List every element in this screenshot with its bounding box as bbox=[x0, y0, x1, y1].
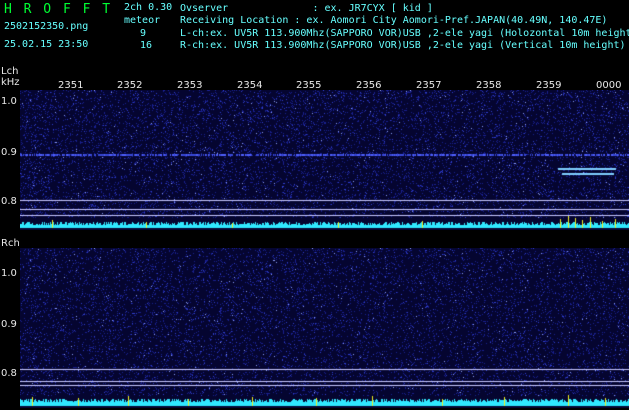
lch-ytick-1-0: 1.0 bbox=[1, 96, 17, 107]
rch-label: Rch bbox=[1, 238, 20, 249]
lch-description: L-ch:ex. UV5R 113.900Mhz(SAPPORO VOR)USB… bbox=[180, 28, 629, 39]
observer-line: Ovserver : ex. JR7CYX [ kid ] bbox=[180, 3, 433, 14]
lch-meteor-count: 9 bbox=[140, 28, 147, 39]
lch-ytick-0-9: 0.9 bbox=[1, 147, 17, 158]
location-line: Receiving Location : ex. Aomori City Aom… bbox=[180, 15, 608, 26]
rch-description: R-ch:ex. UV5R 113.900Mhz(SAPPORO VOR)USB… bbox=[180, 40, 626, 51]
rch-ytick-0-8: 0.8 bbox=[1, 368, 17, 379]
file-name: 2502152350.png bbox=[4, 21, 89, 32]
lch-unit-label: kHz bbox=[1, 77, 20, 88]
rch-waterfall bbox=[20, 248, 629, 408]
date-time: 25.02.15 23:50 bbox=[4, 39, 89, 50]
lch-ytick-0-8: 0.8 bbox=[1, 196, 17, 207]
rch-ytick-0-9: 0.9 bbox=[1, 319, 17, 330]
header-panel: H R O F F T 2ch 0.30 2502152350.png mete… bbox=[0, 0, 629, 62]
rch-ytick-1-0: 1.0 bbox=[1, 268, 17, 279]
lch-waterfall bbox=[20, 90, 629, 230]
rch-meteor-count: 16 bbox=[140, 40, 153, 51]
version-label: 2ch 0.30 bbox=[124, 2, 173, 13]
lch-spectrogram bbox=[20, 90, 629, 230]
lch-label: Lch bbox=[1, 66, 19, 77]
app-title: H R O F F T bbox=[4, 2, 113, 17]
meteor-label: meteor bbox=[124, 15, 161, 26]
rch-spectrogram bbox=[20, 248, 629, 408]
